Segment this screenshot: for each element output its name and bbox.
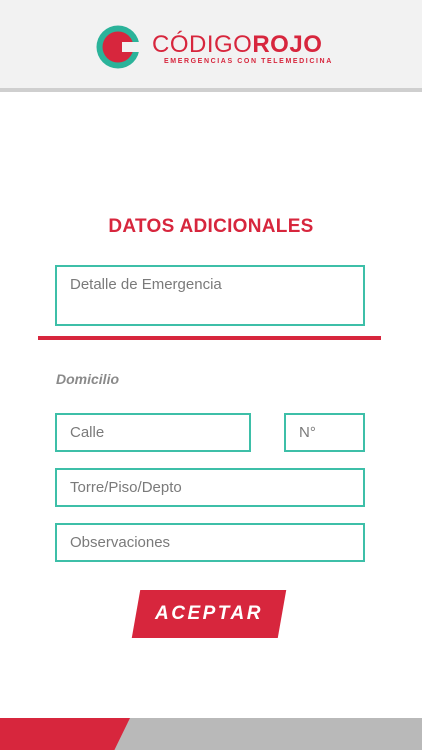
emergency-detail-placeholder: Detalle de Emergencia: [70, 276, 222, 293]
brand-name: CÓDIGOROJO: [152, 31, 322, 59]
street-placeholder: Calle: [70, 424, 105, 441]
notes-field[interactable]: Observaciones: [55, 523, 365, 562]
brand-tagline: EMERGENCIAS CON TELEMEDICINA: [164, 58, 333, 65]
form-title: DATOS ADICIONALES: [108, 216, 314, 237]
section-divider: [38, 336, 381, 340]
footer-accent: [0, 718, 130, 750]
header-divider: [0, 88, 422, 92]
brand-name-part2: ROJO: [252, 31, 323, 58]
street-number-placeholder: N°: [299, 424, 316, 441]
street-field[interactable]: Calle: [55, 413, 251, 452]
brand-name-part1: CÓDIGO: [152, 31, 253, 58]
tower-floor-apartment-placeholder: Torre/Piso/Depto: [70, 479, 182, 496]
address-section-label: Domicilio: [56, 371, 120, 387]
street-number-field[interactable]: N°: [284, 413, 365, 452]
tower-floor-apartment-field[interactable]: Torre/Piso/Depto: [55, 468, 365, 507]
app-header: CÓDIGOROJO EMERGENCIAS CON TELEMEDICINA: [0, 0, 422, 88]
accept-button-label: ACEPTAR: [155, 603, 263, 624]
notes-placeholder: Observaciones: [70, 534, 171, 551]
codigo-rojo-logo-icon: [96, 25, 141, 69]
accept-button[interactable]: ACEPTAR: [131, 590, 287, 638]
emergency-detail-field[interactable]: Detalle de Emergencia: [55, 265, 365, 326]
